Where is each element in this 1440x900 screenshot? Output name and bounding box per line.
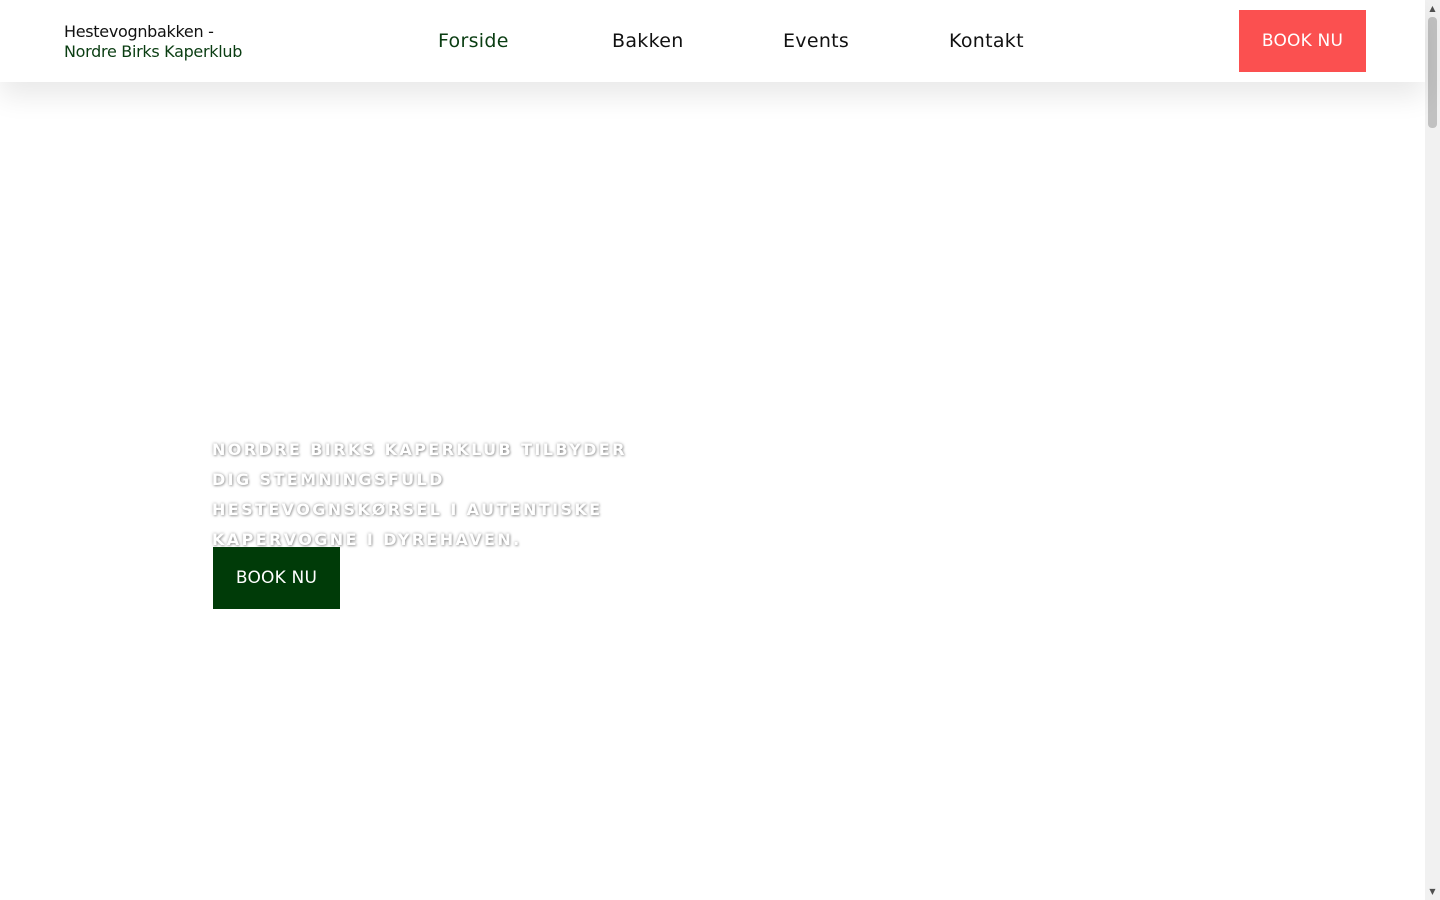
browser-viewport: Hestevognbakken - Nordre Birks Kaperklub… [0, 0, 1440, 900]
scrollbar-thumb[interactable] [1428, 17, 1437, 128]
header-book-button[interactable]: BOOK NU [1239, 10, 1366, 72]
nav-link-kontakt[interactable]: Kontakt [949, 27, 1024, 55]
hero-text: NORDRE BIRKS KAPERKLUB TILBYDER DIG STEM… [212, 440, 627, 549]
hero-section: NORDRE BIRKS KAPERKLUB TILBYDER DIG STEM… [0, 82, 1425, 900]
logo-line-1: Hestevognbakken - [64, 22, 214, 41]
page: Hestevognbakken - Nordre Birks Kaperklub… [0, 0, 1425, 900]
scroll-down-icon[interactable]: ▼ [1425, 884, 1440, 899]
site-header: Hestevognbakken - Nordre Birks Kaperklub… [0, 0, 1425, 82]
scroll-up-icon[interactable]: ▲ [1425, 1, 1440, 16]
nav-link-events[interactable]: Events [783, 27, 849, 55]
page-scrollbar[interactable]: ▲ ▼ [1425, 0, 1440, 900]
hero-book-button[interactable]: BOOK NU [213, 547, 340, 609]
nav-link-forside[interactable]: Forside [438, 27, 509, 55]
logo-line-2: Nordre Birks Kaperklub [64, 42, 243, 61]
nav-link-bakken[interactable]: Bakken [612, 27, 684, 55]
site-logo[interactable]: Hestevognbakken - Nordre Birks Kaperklub [64, 22, 242, 62]
